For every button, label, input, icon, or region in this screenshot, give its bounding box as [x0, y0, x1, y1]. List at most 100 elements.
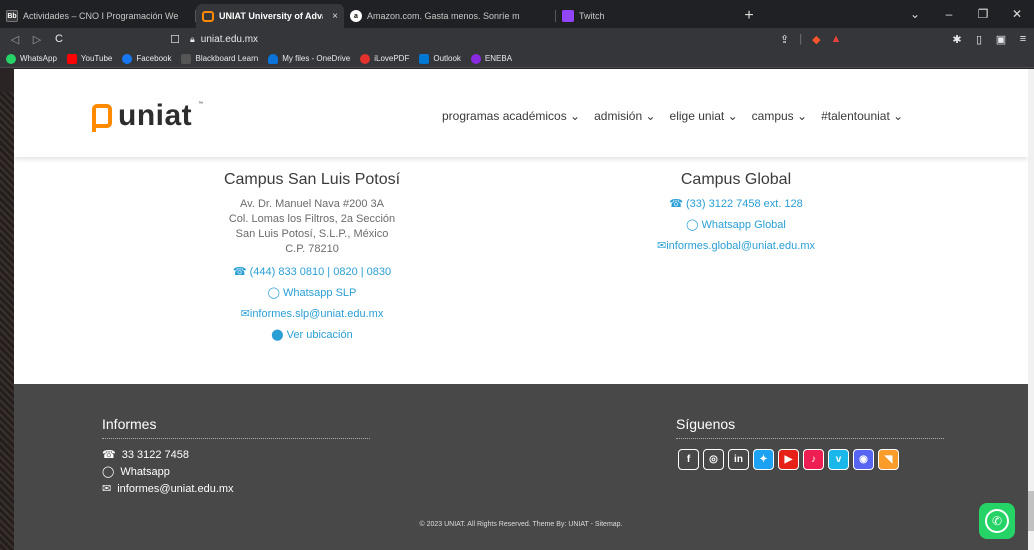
share-icon[interactable]: ⇪: [780, 33, 789, 46]
onedrive-icon: [268, 53, 279, 64]
bookmark-eneba[interactable]: ENEBA: [470, 53, 512, 64]
envelope-icon: ✉: [240, 308, 250, 320]
instagram-icon[interactable]: ◎: [703, 449, 724, 470]
youtube-icon[interactable]: ▶: [778, 449, 799, 470]
tiktok-icon[interactable]: ♪: [803, 449, 824, 470]
lock-icon: 🔒︎: [190, 33, 195, 44]
phone-icon: ☎: [669, 198, 683, 210]
rss-icon[interactable]: ◥: [878, 449, 899, 470]
campus-slp-email[interactable]: ✉informes.slp@uniat.edu.mx: [182, 307, 442, 320]
campus-slp-phone[interactable]: ☎ (444) 833 0810 | 0820 | 0830: [182, 265, 442, 278]
restore-button[interactable]: ❐: [966, 7, 1000, 21]
close-tab-icon[interactable]: ×: [332, 11, 338, 22]
campus-global: Campus Global ☎ (33) 3122 7458 ext. 128 …: [626, 171, 846, 252]
nav-elige-uniat[interactable]: elige uniat ⌄: [670, 109, 738, 123]
campus-global-phone[interactable]: ☎ (33) 3122 7458 ext. 128: [626, 197, 846, 210]
whatsapp-icon: ◯: [267, 287, 280, 299]
map-marker-icon: ⬤: [271, 329, 284, 341]
address-bar[interactable]: 🔒︎ uniat.edu.mx: [190, 34, 790, 45]
close-window-button[interactable]: ✕: [1000, 7, 1034, 21]
back-button[interactable]: ◁: [4, 33, 26, 46]
campus-slp-address-line: San Luis Potosí, S.L.P., México: [235, 228, 389, 240]
browser-toolbar: ◁ ▷ C ☐ 🔒︎ uniat.edu.mx ⇪ | ◆ ▲ ✱ ▯ ▣ ≡: [0, 28, 1034, 50]
ilovepdf-icon: [360, 53, 371, 64]
page-scrollbar[interactable]: [1028, 69, 1034, 550]
footer-email[interactable]: ✉ informes@uniat.edu.mx: [102, 482, 234, 496]
phone-icon: ☎: [232, 266, 247, 278]
url-text: uniat.edu.mx: [200, 33, 259, 45]
nav-talentouniat[interactable]: #talentouniat ⌄: [821, 109, 903, 123]
campus-slp-address-line: C.P. 78210: [285, 243, 339, 255]
browser-tabstrip: Bb Actividades – CNO I Programación We U…: [0, 0, 1034, 28]
brave-shields-icon[interactable]: ◆: [812, 33, 820, 46]
sidebar-icon[interactable]: ▯: [968, 33, 990, 46]
amazon-icon: a: [350, 10, 362, 22]
minimize-button[interactable]: –: [932, 7, 966, 21]
nav-campus[interactable]: campus ⌄: [752, 109, 807, 123]
vimeo-icon[interactable]: v: [828, 449, 849, 470]
linkedin-icon[interactable]: in: [728, 449, 749, 470]
window-controls: ⌄ – ❐ ✕: [898, 0, 1034, 28]
campus-slp-location[interactable]: ⬤ Ver ubicación: [182, 328, 442, 341]
campus-slp: Campus San Luis Potosí Av. Dr. Manuel Na…: [182, 171, 442, 341]
menu-icon[interactable]: ≡: [1012, 33, 1034, 45]
tab-actividades[interactable]: Bb Actividades – CNO I Programación We: [0, 4, 196, 28]
bookmark-onedrive[interactable]: My files - OneDrive: [268, 53, 350, 64]
eneba-icon: [470, 53, 481, 64]
reload-button[interactable]: C: [48, 33, 70, 45]
twitter-icon[interactable]: ✦: [753, 449, 774, 470]
tab-amazon[interactable]: a Amazon.com. Gasta menos. Sonríe m: [344, 4, 556, 28]
youtube-icon: [66, 53, 77, 64]
bookmark-outlook[interactable]: Outlook: [419, 53, 461, 64]
toolbar-right: ✱ ▯ ▣ ≡: [946, 28, 1034, 50]
wallet-icon[interactable]: ▣: [990, 33, 1012, 46]
whatsapp-icon: ◯: [102, 466, 115, 478]
bookmark-youtube[interactable]: YouTube: [66, 53, 112, 64]
bookmark-ilovepdf[interactable]: iLovePDF: [360, 53, 409, 64]
tab-twitch[interactable]: Twitch: [556, 4, 726, 28]
tab-search-icon[interactable]: ⌄: [898, 7, 932, 21]
tab-uniat[interactable]: UNIAT University of Advanced Te ×: [196, 4, 344, 28]
whatsapp-icon: [6, 53, 16, 64]
campus-slp-address-line: Col. Lomas los Filtros, 2a Sección: [228, 213, 396, 225]
campus-global-email[interactable]: ✉informes.global@uniat.edu.mx: [626, 239, 846, 252]
facebook-icon[interactable]: f: [678, 449, 699, 470]
campus-slp-address-line: Av. Dr. Manuel Nava #200 3A: [240, 198, 384, 210]
site-header: uniat ™ programas académicos ⌄ admisión …: [14, 69, 1028, 157]
blackboard-icon: [181, 53, 192, 64]
twitch-icon: [562, 10, 574, 22]
siguenos-heading: Síguenos: [676, 416, 736, 432]
new-tab-button[interactable]: +: [734, 4, 764, 28]
nav-programas[interactable]: programas académicos ⌄: [442, 109, 580, 123]
whatsapp-floating-button[interactable]: ✆: [979, 503, 1015, 539]
uniat-icon: [202, 10, 214, 22]
page-viewport: uniat ™ programas académicos ⌄ admisión …: [14, 69, 1028, 550]
scrollbar-thumb[interactable]: [1028, 491, 1034, 531]
campus-slp-whatsapp[interactable]: ◯ Whatsapp SLP: [182, 286, 442, 299]
footer-phone[interactable]: ☎ 33 3122 7458: [102, 448, 189, 462]
footer-whatsapp[interactable]: ◯ Whatsapp: [102, 465, 170, 479]
uniat-logo-icon: [92, 104, 112, 132]
blackboard-icon: Bb: [6, 10, 18, 22]
bookmark-facebook[interactable]: Facebook: [122, 53, 171, 64]
whatsapp-icon: ◯: [686, 219, 699, 231]
extensions-icon[interactable]: ✱: [946, 33, 968, 46]
brave-rewards-icon[interactable]: ▲: [831, 33, 842, 45]
brave-extension-area: ⇪ | ◆ ▲: [780, 33, 842, 46]
bookmark-whatsapp[interactable]: WhatsApp: [6, 53, 57, 64]
outlook-icon: [419, 53, 430, 64]
discord-icon[interactable]: ◉: [853, 449, 874, 470]
main-navigation: programas académicos ⌄ admisión ⌄ elige …: [442, 109, 903, 123]
forward-button[interactable]: ▷: [26, 33, 48, 46]
uniat-logo[interactable]: uniat ™: [92, 99, 203, 133]
campus-global-whatsapp[interactable]: ◯ Whatsapp Global: [626, 218, 846, 231]
bookmark-page-icon[interactable]: ☐: [164, 33, 186, 46]
campus-slp-title: Campus San Luis Potosí: [223, 171, 401, 188]
bookmark-blackboard[interactable]: Blackboard Learn: [181, 53, 258, 64]
whatsapp-icon: ✆: [985, 509, 1009, 533]
facebook-icon: [122, 53, 133, 64]
nav-admision[interactable]: admisión ⌄: [594, 109, 655, 123]
social-links: f ◎ in ✦ ▶ ♪ v ◉ ◥: [678, 449, 899, 470]
site-footer: Informes ☎ 33 3122 7458 ◯ Whatsapp ✉ inform…: [14, 384, 1028, 550]
envelope-icon: ✉: [102, 483, 112, 495]
